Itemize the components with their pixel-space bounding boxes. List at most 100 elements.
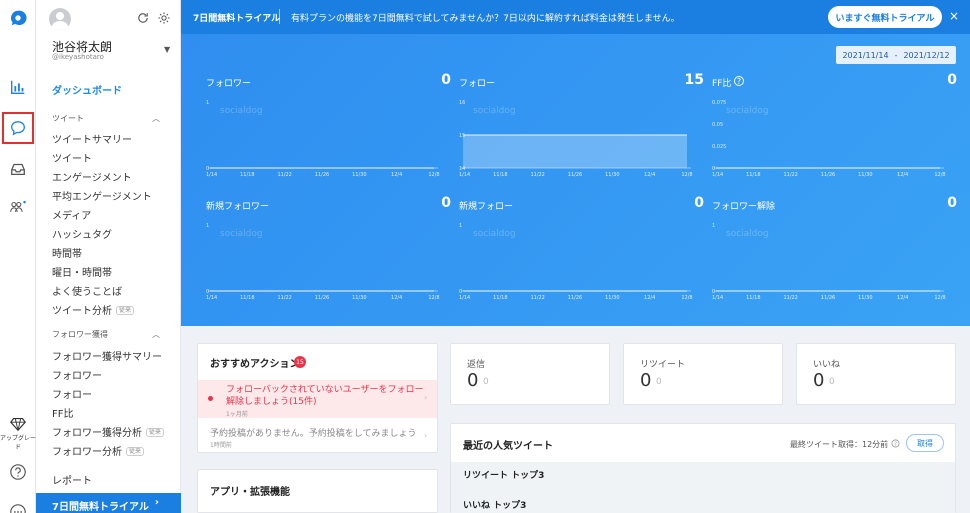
- x-tick-label: 11/26: [821, 172, 835, 178]
- nav-report[interactable]: レポート: [52, 472, 92, 487]
- apps-extensions-card: アプリ・拡張機能: [197, 469, 438, 513]
- stat-sub-value: 0: [656, 377, 662, 387]
- chat-icon[interactable]: [2, 112, 34, 144]
- y-tick-label: 1: [712, 223, 715, 229]
- x-tick-label: 12/4: [644, 295, 655, 301]
- chart-total: 15: [684, 72, 704, 88]
- gear-icon[interactable]: [157, 11, 171, 28]
- stat-card: リツイート 0 0: [623, 343, 783, 405]
- sidebar: 池谷将太朗 @ikeyashotaro ▼ ダッシュボード ツイート ︿ ツイー…: [36, 0, 181, 513]
- nav-tweet-item-3[interactable]: 平均エンゲージメント: [52, 188, 152, 203]
- date-range-picker[interactable]: 2021/11/14 - 2021/12/12: [836, 46, 956, 64]
- nav-tweet-item-9[interactable]: ツイート分析 従来: [52, 302, 135, 317]
- account-dropdown-icon[interactable]: ▼: [164, 45, 170, 54]
- nav-follower-item-5[interactable]: フォロワー分析 従来: [52, 443, 145, 458]
- action-item-unfollow[interactable]: フォローバックされていないユーザーをフォロー解除しましょう(15件) 1ヶ月前 …: [198, 380, 437, 418]
- popular-tweets-card: 最近の人気ツイート 最終ツイート取得：12分前 ? 取得 リツイート トップ3 …: [450, 423, 956, 513]
- nav-item-label: フォロワー獲得分析: [52, 428, 142, 439]
- nav-item-label: ツイート: [52, 154, 92, 165]
- alert-dot-icon: [208, 396, 213, 401]
- nav-item-label: フォロワー分析: [52, 447, 122, 458]
- stat-label: いいね: [813, 360, 841, 370]
- sidebar-trial-label: 7日間無料トライアル: [52, 502, 149, 513]
- nav-tweet-item-5[interactable]: ハッシュタグ: [52, 226, 112, 241]
- inbox-icon[interactable]: [4, 155, 32, 183]
- chart-plot: 1011/1411/1811/2211/2611/3012/412/8: [712, 223, 946, 301]
- nav-tweet-item-0[interactable]: ツイートサマリー: [52, 131, 132, 146]
- help-icon[interactable]: ?: [891, 439, 900, 448]
- nav-follower-item-0[interactable]: フォロワー獲得サマリー: [52, 348, 162, 363]
- chart-panel: FF比?0socialdog0.0750.050.025011/1411/181…: [712, 72, 957, 186]
- chart-panel: 新規フォロー0socialdog1011/1411/1811/2211/2611…: [459, 195, 704, 309]
- x-tick-label: 11/30: [605, 172, 619, 178]
- chart-panel: 新規フォロワー0socialdog1011/1411/1811/2211/261…: [206, 195, 451, 309]
- nav-tweet-item-4[interactable]: メディア: [52, 207, 91, 222]
- nav-dashboard[interactable]: ダッシュボード: [52, 82, 122, 97]
- y-tick-label: 16: [459, 100, 465, 106]
- upgrade-label[interactable]: アップグレード: [0, 433, 36, 451]
- date-to: 2021/12/12: [903, 50, 950, 60]
- popular-tweets-title: 最近の人気ツイート: [463, 441, 553, 452]
- nav-item-label: ハッシュタグ: [52, 230, 112, 241]
- refresh-icon[interactable]: [136, 11, 150, 28]
- chart-panel: フォロワー0socialdog1011/1411/1811/2211/2611/…: [206, 72, 451, 186]
- nav-section-tweet[interactable]: ツイート: [52, 113, 84, 124]
- help-icon[interactable]: [4, 458, 32, 486]
- x-tick-label: 11/18: [746, 172, 760, 178]
- nav-tweet-item-7[interactable]: 曜日・時間帯: [52, 264, 112, 279]
- chevron-up-icon[interactable]: ︿: [152, 329, 160, 340]
- y-tick-label: 0.05: [712, 122, 723, 128]
- chart-total: 0: [947, 72, 957, 88]
- nav-follower-item-4[interactable]: フォロワー獲得分析 従来: [52, 424, 165, 439]
- chart-plot: 1011/1411/1811/2211/2611/3012/412/8: [206, 100, 440, 178]
- avatar[interactable]: [49, 8, 71, 30]
- action-item-time: 1時間前: [210, 442, 232, 449]
- analytics-icon[interactable]: [4, 73, 32, 101]
- nav-follower-item-1[interactable]: フォロワー: [52, 367, 102, 382]
- x-tick-label: 11/18: [240, 295, 254, 301]
- more-icon[interactable]: [4, 498, 32, 513]
- chart-title: フォロワー解除: [712, 202, 776, 212]
- start-trial-button[interactable]: いますぐ無料トライアル: [828, 6, 942, 28]
- nav-tweet-item-1[interactable]: ツイート: [52, 150, 92, 165]
- nav-tweet-item-6[interactable]: 時間帯: [52, 245, 82, 260]
- sidebar-trial-button[interactable]: 7日間無料トライアル ›: [36, 493, 181, 513]
- stat-card: 返信 0 0: [450, 343, 610, 405]
- stat-sub-value: 0: [829, 377, 835, 387]
- nav-item-label: よく使うことば: [52, 287, 122, 298]
- user-handle: @ikeyashotaro: [52, 53, 104, 61]
- svg-text:?: ?: [894, 441, 897, 447]
- nav-section-follower[interactable]: フォロワー獲得: [52, 329, 108, 340]
- stat-label: 返信: [467, 360, 486, 370]
- last-fetch-label: 最終ツイート取得：12分前: [790, 440, 889, 449]
- legacy-badge: 従来: [146, 428, 165, 437]
- help-icon[interactable]: ?: [734, 76, 744, 86]
- fetch-button[interactable]: 取得: [906, 434, 944, 452]
- chart-plot: 1011/1411/1811/2211/2611/3012/412/8: [206, 223, 440, 301]
- x-tick-label: 11/14: [459, 295, 470, 301]
- nav-follower-item-2[interactable]: フォロー: [52, 386, 92, 401]
- action-item-schedule[interactable]: 予約投稿がありません。予約投稿をしてみましょう: [210, 426, 416, 439]
- x-tick-label: 12/4: [391, 172, 402, 178]
- date-from: 2021/11/14: [842, 50, 889, 60]
- nav-tweet-item-2[interactable]: エンゲージメント: [52, 169, 132, 184]
- recommended-actions-card: おすすめアクション 15 フォローバックされていないユーザーをフォロー解除しまし…: [197, 343, 438, 453]
- nav-tweet-item-8[interactable]: よく使うことば: [52, 283, 122, 298]
- nav-item-label: ツイート分析: [52, 306, 112, 317]
- x-tick-label: 12/8: [681, 172, 692, 178]
- close-icon[interactable]: ×: [949, 9, 959, 23]
- chart-title: 新規フォロー: [459, 202, 514, 212]
- y-tick-label: 1: [459, 223, 462, 229]
- users-icon[interactable]: [4, 193, 32, 221]
- chevron-up-icon[interactable]: ︿: [152, 113, 160, 124]
- logo-icon[interactable]: [4, 4, 32, 32]
- chart-plot: 16151411/1411/1811/2211/2611/3012/412/8: [459, 100, 693, 178]
- nav-follower-item-3[interactable]: FF比: [52, 405, 74, 420]
- x-tick-label: 11/18: [240, 172, 254, 178]
- banner-divider: [279, 9, 280, 24]
- chart-total: 0: [947, 195, 957, 211]
- x-tick-label: 12/8: [428, 295, 439, 301]
- banner-title: 7日間無料トライアル: [193, 14, 281, 24]
- x-tick-label: 12/4: [897, 172, 908, 178]
- x-tick-label: 11/14: [712, 295, 723, 301]
